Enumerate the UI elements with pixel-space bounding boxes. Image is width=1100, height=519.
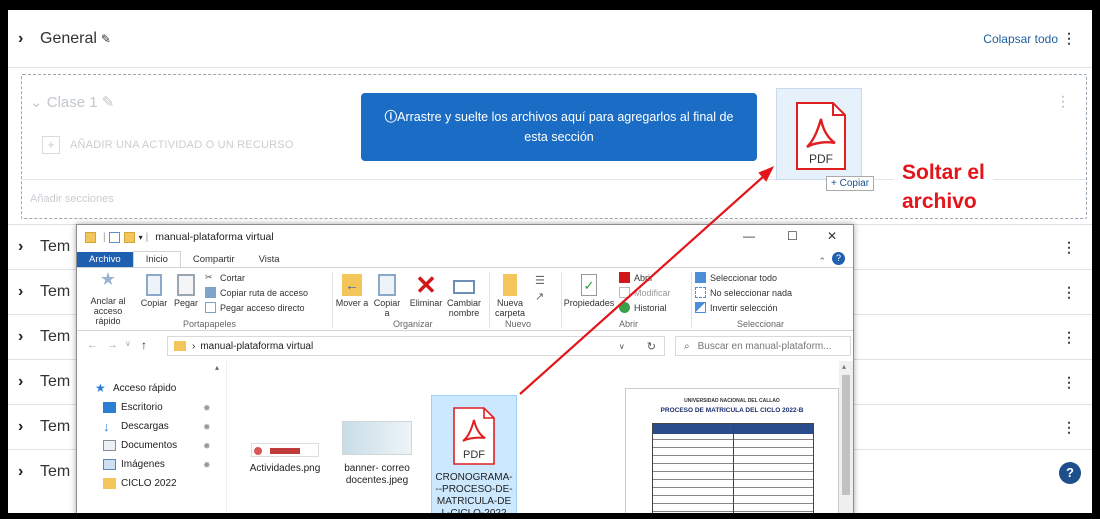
annotation-arrow — [519, 166, 775, 395]
moodle-course-page: › General ✎ Colapsar todo ⋮ ⌄ Clase 1 ✎ … — [8, 10, 1092, 513]
